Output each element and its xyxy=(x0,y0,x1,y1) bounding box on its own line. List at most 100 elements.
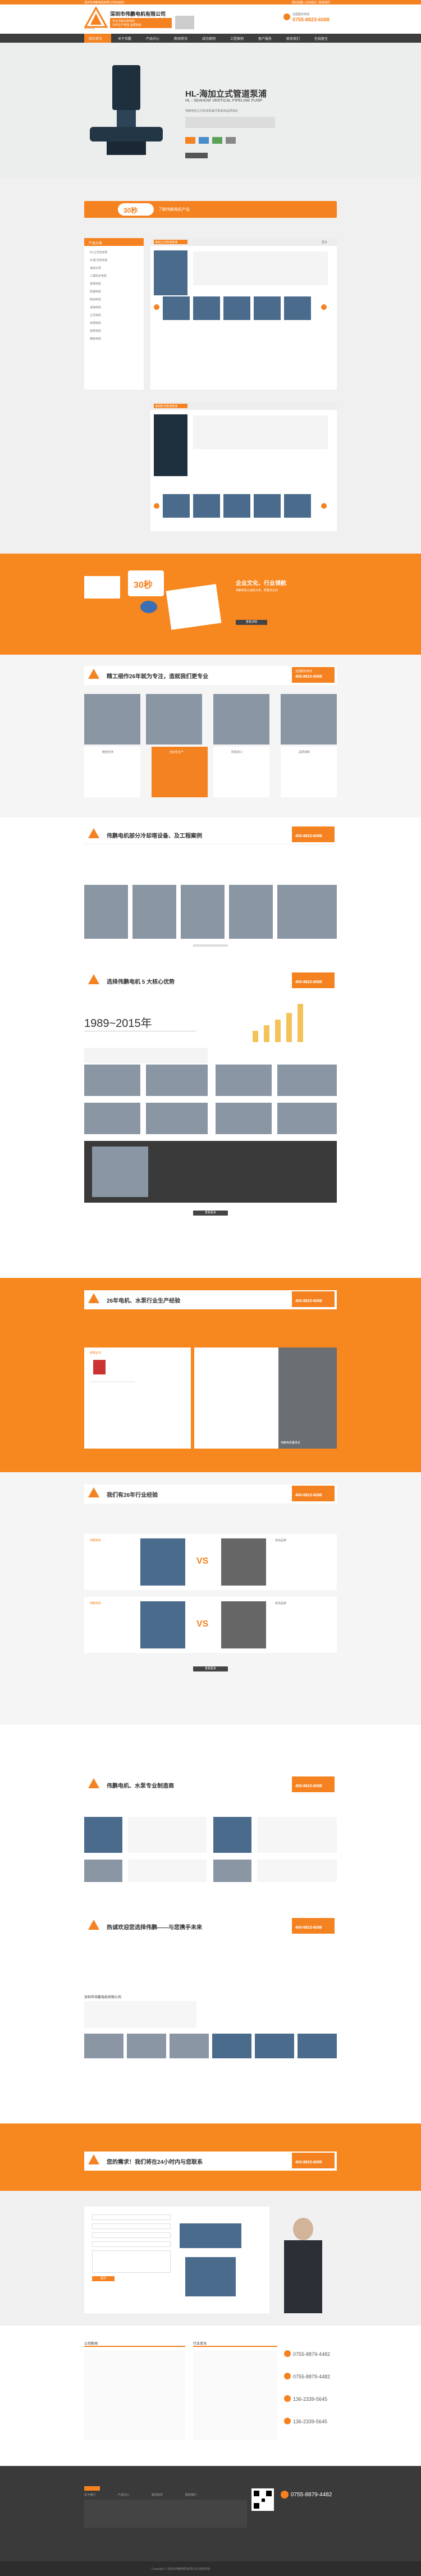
carousel-next-button[interactable] xyxy=(321,304,327,310)
sidebar-item[interactable]: 海加水泵 xyxy=(90,266,101,270)
cert-icon-4 xyxy=(226,137,236,144)
footer-col[interactable]: 产品中心 xyxy=(118,2493,129,2497)
contact-mobile: 136-2339-5645 xyxy=(293,2419,328,2424)
product-thumb[interactable] xyxy=(193,296,220,320)
welcome-text: 深圳市伟鹏电机有限公司欢迎您！ xyxy=(84,1,127,4)
why-image xyxy=(84,1065,140,1096)
product-thumb[interactable] xyxy=(193,494,220,518)
badge-30s: 30秒 xyxy=(118,203,154,216)
case-image[interactable] xyxy=(277,885,337,939)
case-image[interactable] xyxy=(229,885,273,939)
industry-title: 我们有26年行业经验 xyxy=(107,1492,158,1499)
logo-text: WEIPENG xyxy=(84,27,95,30)
brand-image xyxy=(213,1860,251,1882)
form-field-phone[interactable] xyxy=(92,2223,171,2229)
years26-title-bar: 26年电机、水泵行业生产经验 400-8823-6088 xyxy=(84,1290,337,1309)
product-thumb[interactable] xyxy=(223,494,250,518)
banner-more-button[interactable] xyxy=(185,153,208,158)
logo-icon xyxy=(88,1293,99,1303)
product-thumb[interactable] xyxy=(223,296,250,320)
nav-item-projects[interactable]: 工程案例 xyxy=(230,36,244,41)
honor-panel: 荣誉证书 xyxy=(84,1348,191,1449)
culture-title: 企业文化、行业领航 xyxy=(236,581,286,587)
cert-icon-1 xyxy=(185,137,195,144)
carousel-next-button[interactable] xyxy=(321,503,327,509)
cert-icon-3 xyxy=(212,137,222,144)
sidebar-item[interactable]: 立式电机 xyxy=(90,313,101,317)
nav-item-success[interactable]: 成功案例 xyxy=(202,36,216,41)
product-desc xyxy=(193,415,328,449)
case-image[interactable] xyxy=(181,885,225,939)
nav-item-about[interactable]: 关于伟鹏 xyxy=(118,36,131,41)
nav-item-contact[interactable]: 联系我们 xyxy=(286,36,300,41)
product-thumb[interactable] xyxy=(284,296,311,320)
why-more-button[interactable]: 查看更多 xyxy=(193,1211,228,1216)
sidebar-item[interactable]: HL卧式管道泵 xyxy=(90,258,107,262)
footer-col[interactable]: 关于我们 xyxy=(84,2493,95,2497)
culture-button[interactable]: 查看详情 xyxy=(236,620,267,625)
cases-title-bar: 伟鹏电机部分冷却塔设备、及工程案例 400-8823-6088 xyxy=(84,825,337,844)
product-image[interactable] xyxy=(154,250,187,295)
tab-industry-news[interactable]: 行业资讯 xyxy=(193,2341,207,2346)
nav-item-home[interactable]: 网站首页 xyxy=(89,36,102,41)
sidebar-item[interactable]: 制动电机 xyxy=(90,298,101,302)
advantage-card: 精密检测 xyxy=(84,747,140,797)
form-field-message[interactable] xyxy=(92,2250,171,2273)
form-field-email[interactable] xyxy=(92,2232,171,2238)
footer-col[interactable]: 新闻资讯 xyxy=(152,2493,163,2497)
promo-image xyxy=(175,16,194,29)
product-thumb[interactable] xyxy=(163,494,190,518)
sidebar-item[interactable]: 铸铁电机 xyxy=(90,337,101,341)
sidebar-item[interactable]: 单相电机 xyxy=(90,321,101,325)
product-thumb[interactable] xyxy=(254,494,281,518)
tab-company-news[interactable]: 公司新闻 xyxy=(84,2341,98,2346)
mobile-icon xyxy=(284,2395,291,2402)
cases-section: 伟鹏电机部分冷却塔设备、及工程案例 400-8823-6088 xyxy=(0,817,421,963)
top-links[interactable]: 网站地图 | 在线留言 | 联系我们 xyxy=(292,1,330,4)
sidebar-item[interactable]: 减速电机 xyxy=(90,305,101,309)
footer-col[interactable]: 联系我们 xyxy=(185,2493,196,2497)
form-field-name[interactable] xyxy=(92,2214,171,2220)
phone-icon xyxy=(281,2491,289,2499)
form-submit-button[interactable]: 提交 xyxy=(92,2276,115,2281)
sidebar-item[interactable]: 三相异步电机 xyxy=(90,274,107,278)
form-field-company[interactable] xyxy=(92,2241,171,2247)
case-image[interactable] xyxy=(132,885,176,939)
nav-item-news[interactable]: 新闻资讯 xyxy=(174,36,187,41)
sidebar-item[interactable]: 变频电机 xyxy=(90,282,101,286)
nav-item-service[interactable]: 客户服务 xyxy=(258,36,272,41)
carousel-prev-button[interactable] xyxy=(154,503,159,509)
welcome-section: 热诚欢迎您选择伟鹏——与您携手未来 400-8823-6088 深圳市伟鹏电机有… xyxy=(0,1888,421,2123)
contact24-title: 您的需求！我们将在24小时内与您联系 xyxy=(107,2159,203,2166)
carousel-dots[interactable] xyxy=(193,944,228,947)
nav-item-message[interactable]: 在线留言 xyxy=(314,36,328,41)
case-image[interactable] xyxy=(84,885,128,939)
more-link[interactable]: 更多 xyxy=(322,240,327,244)
sidebar-item[interactable]: 防爆电机 xyxy=(90,290,101,294)
industry-more-button[interactable]: 查看更多 xyxy=(193,1666,228,1671)
product-image[interactable] xyxy=(154,414,187,476)
footer-tab xyxy=(84,2486,100,2491)
carousel-prev-button[interactable] xyxy=(154,304,159,310)
motor-image xyxy=(185,2257,236,2296)
footer-links xyxy=(84,2500,247,2528)
product-thumb[interactable] xyxy=(284,494,311,518)
ceo-panel: 伟鹏电机董事长 xyxy=(194,1348,337,1449)
product-block-b: 海加卧式管道泵浦 xyxy=(150,402,337,531)
top-bar: 深圳市伟鹏电机有限公司欢迎您！ 网站地图 | 在线留言 | 联系我们 xyxy=(0,0,421,4)
compare-image xyxy=(221,1538,266,1586)
product-sidebar: 产品分类 HL立式管道泵 HL卧式管道泵 海加水泵 三相异步电机 变频电机 防爆… xyxy=(84,238,144,390)
logo-icon xyxy=(88,1920,99,1930)
compare-row: 伟鹏电机 VS 其他品牌 xyxy=(84,1534,337,1590)
phone-icon xyxy=(284,2373,291,2379)
company-name: 深圳市伟鹏电机有限公司 xyxy=(110,11,166,17)
why-section: 选择伟鹏电机 5 大核心优势 400-8823-6088 1989~2015年 … xyxy=(0,963,421,1278)
advantage-card: 原装进口 xyxy=(213,747,269,797)
sidebar-item[interactable]: 铝壳电机 xyxy=(90,329,101,333)
nav-item-products[interactable]: 产品中心 xyxy=(146,36,159,41)
product-thumb[interactable] xyxy=(163,296,190,320)
product-thumb[interactable] xyxy=(254,296,281,320)
sidebar-item[interactable]: HL立式管道泵 xyxy=(90,250,107,254)
industry-title-bar: 我们有26年行业经验 400-8823-6088 xyxy=(84,1485,337,1504)
product-title: 了解伟鹏电机产品 xyxy=(158,208,190,212)
